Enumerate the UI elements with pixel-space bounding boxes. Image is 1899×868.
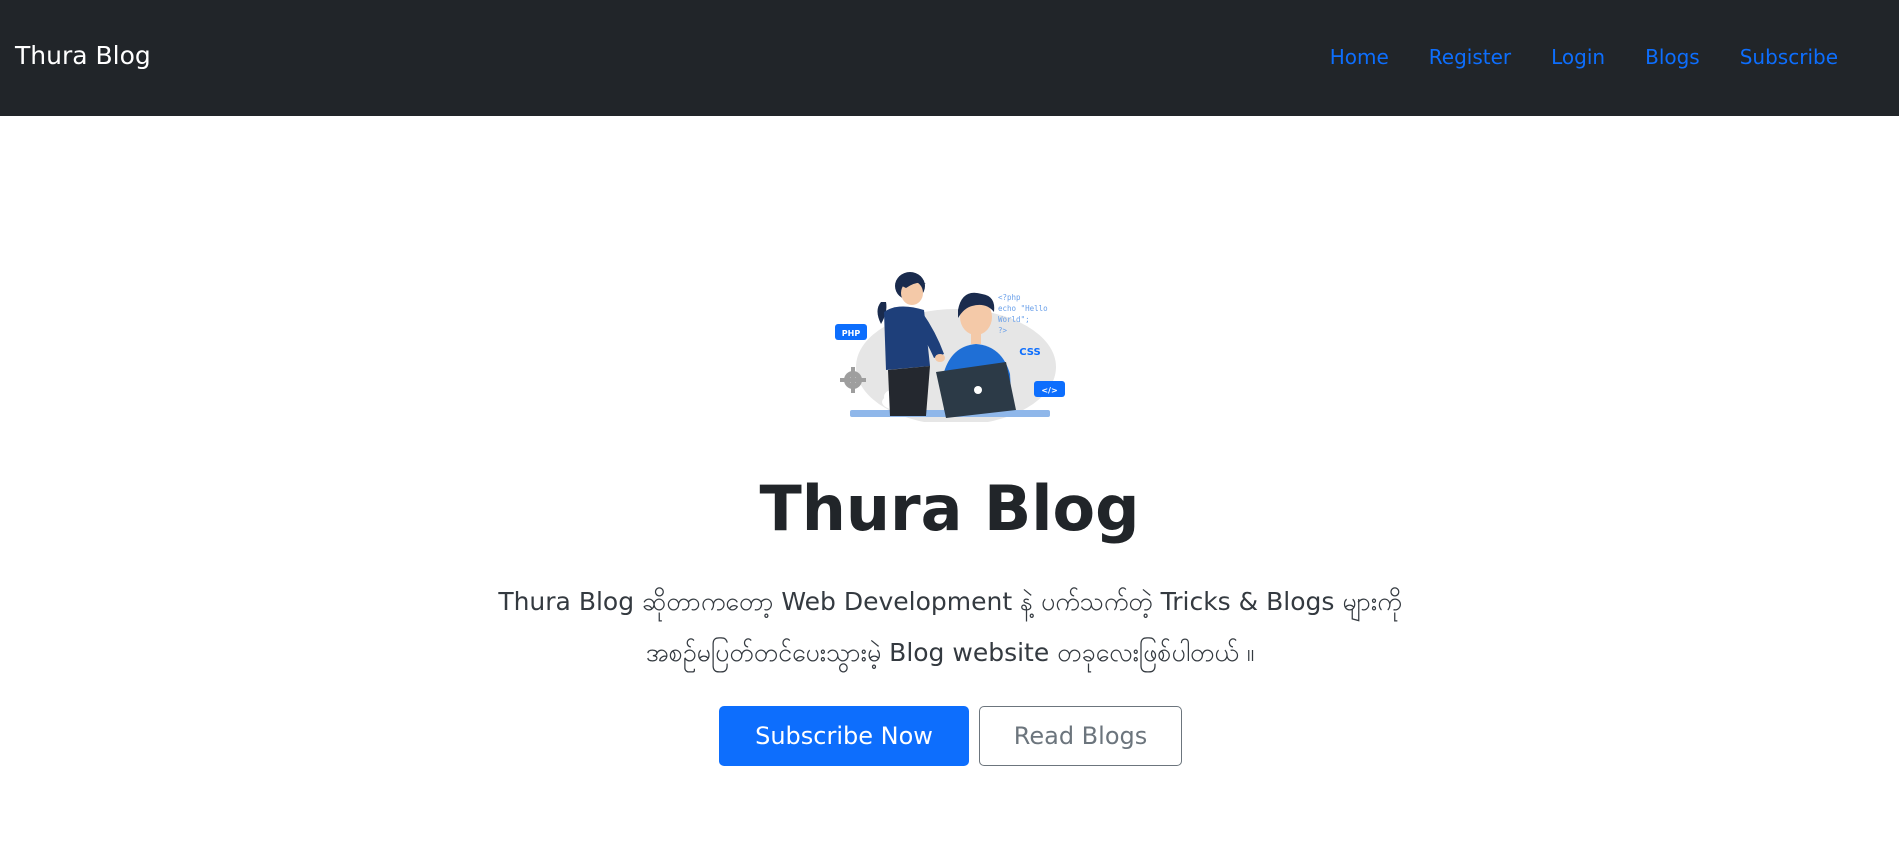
hero-description: Thura Blog ဆိုတာကတော့ Web Development နဲ… bbox=[498, 587, 1402, 667]
nav-link-subscribe[interactable]: Subscribe bbox=[1740, 45, 1838, 69]
read-blogs-button[interactable]: Read Blogs bbox=[979, 706, 1182, 766]
css-tag-text: CSS bbox=[1019, 347, 1040, 358]
code-line: <?php bbox=[998, 293, 1021, 302]
hero-title: Thura Blog bbox=[759, 472, 1140, 545]
nav-link-home[interactable]: Home bbox=[1330, 45, 1389, 69]
developers-illustration: PHP <?php echo "Hello World"; ?> CSS </> bbox=[835, 272, 1065, 422]
brand-link[interactable]: Thura Blog bbox=[15, 40, 151, 72]
php-tag: PHP bbox=[835, 324, 867, 340]
nav-link-blogs[interactable]: Blogs bbox=[1645, 45, 1700, 69]
nav-menu: Home Register Login Blogs Subscribe bbox=[1330, 44, 1838, 70]
code-line: ?> bbox=[998, 326, 1008, 335]
code-line: echo "Hello bbox=[998, 304, 1048, 313]
nav-link-login[interactable]: Login bbox=[1551, 45, 1605, 69]
top-navbar: Thura Blog Home Register Login Blogs Sub… bbox=[0, 0, 1899, 116]
nav-link-register[interactable]: Register bbox=[1429, 45, 1511, 69]
code-brackets-tag: </> bbox=[1034, 381, 1065, 397]
laptop-icon bbox=[936, 362, 1016, 418]
code-line: World"; bbox=[998, 315, 1030, 324]
subscribe-now-button[interactable]: Subscribe Now bbox=[719, 706, 969, 766]
php-tag-text: PHP bbox=[842, 329, 861, 338]
code-tag-text: </> bbox=[1041, 386, 1057, 395]
